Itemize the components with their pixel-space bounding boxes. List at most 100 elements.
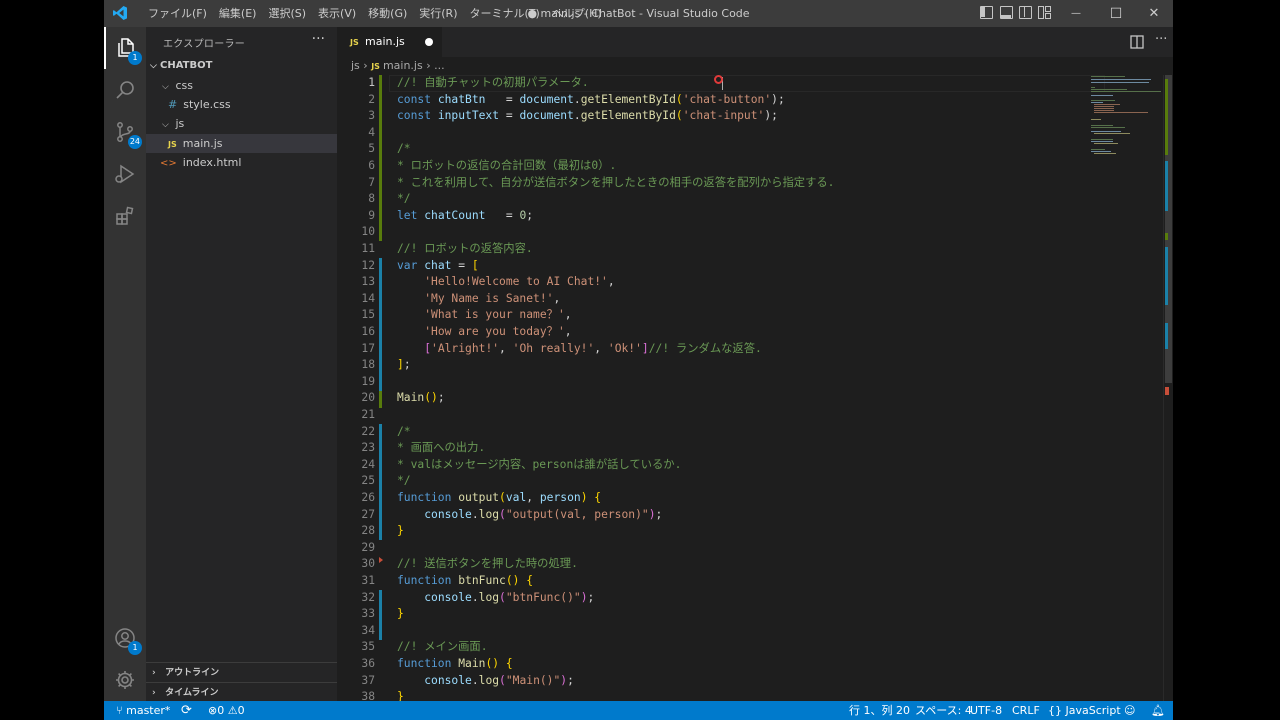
tree-root-chatbot[interactable]: ⌵ CHATBOT — [146, 56, 337, 75]
line-number: 13 — [361, 275, 375, 289]
js-file-icon: JS — [168, 140, 177, 149]
code-line: */ — [397, 192, 411, 206]
tree-folder-css[interactable]: ⌵ css — [146, 76, 337, 95]
title-bar: ファイル(F) 編集(E) 選択(S) 表示(V) 移動(G) 実行(R) ター… — [104, 0, 1173, 27]
line-number: 18 — [361, 358, 375, 372]
code-line: */ — [397, 474, 411, 488]
line-number: 2 — [368, 92, 375, 106]
line-number: 6 — [368, 159, 375, 172]
explorer-badge: 1 — [128, 51, 142, 65]
line-number: 10 — [361, 225, 375, 239]
css-file-icon: # — [168, 98, 178, 111]
breadcrumb-file[interactable]: main.js — [383, 59, 423, 72]
menu-selection[interactable]: 選択(S) — [262, 0, 312, 27]
line-ending[interactable]: CRLF — [1012, 701, 1040, 720]
error-icon: ⊗ — [208, 704, 218, 717]
mouse-click-indicator-icon — [714, 75, 723, 84]
customize-layout-icon[interactable] — [1038, 6, 1051, 19]
code-line: //! ロボットの返答内容. — [397, 242, 533, 255]
editor-more-icon[interactable]: ··· — [1155, 32, 1167, 47]
vscode-logo-icon — [113, 6, 127, 20]
line-number: 9 — [368, 208, 375, 222]
minimize-button[interactable]: — — [1056, 0, 1096, 27]
encoding[interactable]: UTF-8 — [970, 701, 1002, 720]
error-count: 0 — [217, 704, 225, 717]
feedback-icon[interactable]: ☺ — [1124, 701, 1135, 720]
gutter-modified-marker — [379, 590, 382, 640]
activity-search[interactable] — [104, 69, 146, 111]
code-line: //! 自動チャットの初期パラメータ. — [397, 76, 589, 89]
unsaved-dot-icon[interactable] — [425, 38, 433, 46]
activity-manage[interactable] — [104, 659, 146, 701]
code-line: ['Alright!', 'Oh really!', 'Ok!']//! ランダ… — [424, 341, 762, 355]
line-number: 27 — [361, 507, 375, 521]
tab-main-js[interactable]: JS main.js — [337, 27, 442, 57]
problems-indicator[interactable]: ⊗0 ⚠0 — [208, 701, 245, 720]
code-line: } — [397, 524, 404, 538]
activity-accounts[interactable]: 1 — [104, 617, 146, 659]
gutter-added-marker — [379, 75, 382, 241]
code-line: var chat = [ — [397, 258, 479, 272]
menu-file[interactable]: ファイル(F) — [142, 0, 213, 27]
split-editor-icon[interactable] — [1130, 35, 1144, 49]
branch-indicator[interactable]: ⑂ master* — [116, 701, 170, 720]
scrollbar-change-marker — [1165, 79, 1168, 155]
toggle-panel-icon[interactable] — [1000, 6, 1013, 19]
code-line: * 画面への出力. — [397, 441, 486, 455]
line-number: 36 — [361, 657, 375, 670]
language-mode[interactable]: {} JavaScript — [1048, 701, 1121, 720]
run-debug-icon — [115, 164, 135, 184]
vertical-scrollbar[interactable] — [1163, 75, 1173, 701]
toggle-secondary-sidebar-icon[interactable] — [1019, 6, 1032, 19]
code-line: function Main() { — [397, 657, 513, 670]
window-title: ● main.js - ChatBot - Visual Studio Code — [527, 7, 750, 20]
more-actions-icon[interactable]: ··· — [312, 31, 325, 47]
menu-run[interactable]: 実行(R) — [413, 0, 463, 27]
tree-file-index-html[interactable]: <> index.html — [146, 153, 337, 172]
gutter-modified-marker — [379, 424, 382, 540]
activity-source-control[interactable]: 24 — [104, 111, 146, 153]
menu-view[interactable]: 表示(V) — [312, 0, 362, 27]
code-line: 'Hello!Welcome to AI Chat!', — [424, 275, 615, 289]
timeline-section[interactable]: › タイムライン — [146, 682, 337, 702]
code-line: } — [397, 607, 404, 621]
cursor-position[interactable]: 行 1、列 20 — [849, 701, 910, 720]
explorer-sidebar: エクスプローラー ··· ⌵ CHATBOT ⌵ css # style.css ⌵… — [146, 27, 337, 701]
sync-icon[interactable]: ⟳ — [181, 701, 192, 720]
line-number: 24 — [361, 457, 375, 471]
line-number: 21 — [361, 408, 375, 421]
line-number: 33 — [361, 607, 375, 621]
breadcrumb: js › JS main.js › ... — [351, 57, 445, 75]
breadcrumb-folder[interactable]: js — [351, 59, 360, 72]
braces-icon: {} — [1048, 704, 1062, 717]
line-number: 14 — [361, 291, 375, 305]
search-icon — [116, 81, 134, 99]
outline-section[interactable]: › アウトライン — [146, 662, 337, 682]
tree-file-main-js[interactable]: JS main.js — [146, 134, 337, 153]
menu-edit[interactable]: 編集(E) — [213, 0, 263, 27]
line-number: 7 — [368, 175, 375, 189]
explorer-title: エクスプローラー — [163, 39, 246, 50]
indentation[interactable]: スペース: 4 — [915, 701, 972, 720]
activity-explorer[interactable]: 1 — [104, 27, 146, 69]
menu-go[interactable]: 移動(G) — [362, 0, 413, 27]
maximize-button[interactable]: ☐ — [1096, 0, 1136, 27]
code-line: 'What is your name？', — [424, 308, 572, 322]
code-line: /* — [397, 142, 411, 156]
line-number: 12 — [361, 258, 375, 272]
close-button[interactable]: ✕ — [1134, 0, 1173, 27]
code-editor[interactable]: 1 2 3 4 5 6 7 8 9 10 11 12 13 14 15 16 1… — [337, 75, 1173, 703]
tree-file-style-css[interactable]: # style.css — [146, 95, 337, 114]
line-number: 25 — [361, 474, 375, 488]
close-icon: ✕ — [1148, 6, 1160, 21]
line-number: 26 — [361, 491, 375, 504]
notifications-bell-icon[interactable]: 🔔︎ — [1151, 701, 1165, 720]
tree-folder-js[interactable]: ⌵ js — [146, 114, 337, 133]
toggle-primary-sidebar-icon[interactable] — [980, 6, 993, 19]
activity-extensions[interactable] — [104, 195, 146, 237]
minimize-icon: — — [1071, 8, 1081, 19]
activity-run-debug[interactable] — [104, 153, 146, 195]
code-line: const inputText = document.getElementByI… — [397, 109, 778, 123]
breadcrumb-symbol[interactable]: ... — [434, 59, 445, 72]
minimap[interactable] — [1087, 75, 1163, 701]
